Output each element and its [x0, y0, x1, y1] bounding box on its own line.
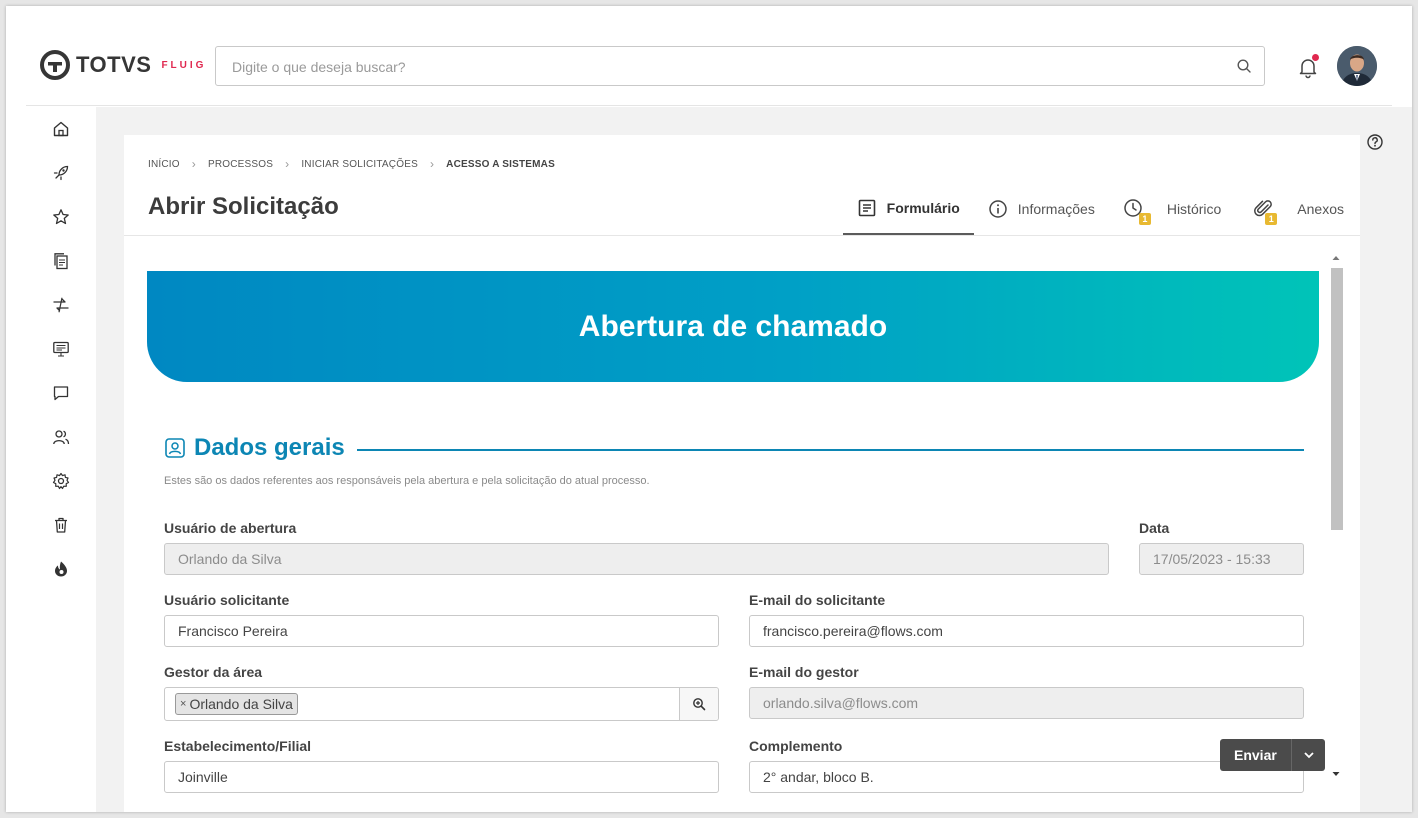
email-gestor-label: E-mail do gestor: [749, 664, 859, 680]
sidebar-item-settings[interactable]: [50, 470, 72, 492]
sidebar-item-chat[interactable]: [50, 382, 72, 404]
tab-informacoes[interactable]: Informações: [974, 183, 1109, 235]
scroll-down-icon[interactable]: [1331, 770, 1341, 778]
scroll-thumb[interactable]: [1331, 268, 1343, 530]
search-box: [215, 46, 1265, 86]
page-title: Abrir Solicitação: [148, 193, 339, 220]
gestor-area-label: Gestor da área: [164, 664, 263, 680]
estabelecimento-label: Estabelecimento/Filial: [164, 738, 312, 754]
brand-product: FLUIG: [161, 59, 207, 71]
home-icon: [53, 121, 69, 137]
search-icon[interactable]: [1236, 58, 1252, 74]
email-solicitante-field[interactable]: francisco.pereira@flows.com: [749, 615, 1304, 647]
workflow-icon: [53, 297, 69, 313]
app-window: TOTVS FLUIG Digite o que deseja buscar? …: [6, 6, 1412, 812]
section-divider: [356, 448, 1304, 451]
tab-formulario[interactable]: Formulário: [842, 183, 974, 235]
form-content: Abertura de chamado Dados gerais Estes s…: [124, 236, 1360, 812]
section-description: Estes são os dados referentes aos respon…: [164, 475, 650, 487]
scroll-up-icon[interactable]: [1331, 254, 1341, 262]
usuario-abertura-label: Usuário de abertura: [164, 520, 297, 536]
tab-label: Histórico: [1166, 201, 1222, 217]
trash-icon: [55, 517, 67, 533]
anexos-badge: 1: [1265, 213, 1278, 225]
usuario-solicitante-label: Usuário solicitante: [164, 592, 290, 608]
totvs-logo-icon: [40, 50, 70, 80]
documents-icon: [54, 253, 68, 270]
form-scrollbar[interactable]: [1328, 250, 1344, 790]
zoom-search-button[interactable]: [679, 688, 718, 720]
data-label: Data: [1139, 520, 1170, 536]
form-icon: [858, 199, 875, 217]
chevron-right-icon: ›: [191, 157, 196, 171]
sidebar-item-fluig[interactable]: [50, 558, 72, 580]
breadcrumb-processes[interactable]: PROCESSOS: [208, 159, 273, 170]
usuario-abertura-field: Orlando da Silva: [164, 543, 1109, 575]
notification-dot: [1312, 54, 1319, 61]
sidebar-item-users[interactable]: [50, 426, 72, 448]
user-card-icon: [165, 438, 185, 458]
banner-title: Abertura de chamado: [578, 309, 888, 343]
avatar-photo-icon: [1337, 46, 1377, 86]
sidebar-item-trash[interactable]: [50, 514, 72, 536]
send-button[interactable]: Enviar: [1220, 739, 1325, 771]
breadcrumb-home[interactable]: INÍCIO: [148, 159, 180, 170]
chevron-down-icon: [1303, 752, 1314, 759]
user-avatar[interactable]: [1337, 46, 1377, 86]
brand-name: TOTVS: [76, 52, 152, 77]
breadcrumb: INÍCIO › PROCESSOS › INICIAR SOLICITAÇÕE…: [148, 157, 555, 171]
complemento-label: Complemento: [749, 738, 843, 754]
sidebar-item-documents[interactable]: [50, 250, 72, 272]
email-solicitante-label: E-mail do solicitante: [749, 592, 886, 608]
info-icon: [989, 200, 1007, 218]
tab-label: Informações: [1017, 201, 1095, 217]
request-card: INÍCIO › PROCESSOS › INICIAR SOLICITAÇÕE…: [124, 135, 1360, 812]
users-icon: [53, 430, 70, 445]
chevron-right-icon: ›: [429, 157, 435, 171]
sidebar-item-favorites[interactable]: [50, 206, 72, 228]
zoom-in-icon: [693, 698, 706, 711]
breadcrumb-current: ACESSO A SISTEMAS: [446, 158, 555, 170]
top-header: TOTVS FLUIG: [26, 6, 1392, 106]
sidebar-item-home[interactable]: [50, 118, 72, 140]
breadcrumb-start-requests[interactable]: INICIAR SOLICITAÇÕES: [301, 159, 418, 170]
section-header: Dados gerais: [164, 432, 1304, 464]
gestor-area-field[interactable]: × Orlando da Silva: [164, 687, 719, 721]
send-options-button[interactable]: [1291, 739, 1325, 771]
usuario-solicitante-field[interactable]: Francisco Pereira: [164, 615, 719, 647]
data-field: 17/05/2023 - 15:33: [1139, 543, 1304, 575]
rocket-icon: [53, 165, 69, 181]
sidebar-item-rocket[interactable]: [50, 162, 72, 184]
email-gestor-field: orlando.silva@flows.com: [749, 687, 1304, 719]
historico-badge: 1: [1138, 213, 1151, 225]
brand-logo[interactable]: TOTVS FLUIG: [40, 50, 206, 80]
tab-historico[interactable]: 1 Histórico: [1109, 183, 1239, 235]
send-label: Enviar: [1234, 747, 1277, 763]
tab-bar: Formulário Informações 1 Histórico 1 Ane…: [842, 183, 1360, 235]
chat-icon: [53, 386, 69, 401]
main-area: INÍCIO › PROCESSOS › INICIAR SOLICITAÇÕE…: [96, 107, 1412, 812]
tab-anexos[interactable]: 1 Anexos: [1239, 183, 1360, 235]
fluig-flame-icon: [55, 561, 67, 577]
left-sidebar: [26, 106, 107, 812]
help-icon[interactable]: [1366, 133, 1384, 151]
chevron-right-icon: ›: [285, 157, 290, 171]
remove-tag-button[interactable]: ×: [180, 698, 186, 710]
monitor-icon: [53, 341, 69, 357]
gestor-tag: × Orlando da Silva: [175, 693, 298, 715]
tab-label: Anexos: [1297, 201, 1344, 217]
sidebar-item-workflow[interactable]: [50, 294, 72, 316]
search-input[interactable]: [232, 57, 1212, 77]
tab-label: Formulário: [886, 200, 960, 216]
star-icon: [53, 209, 69, 225]
sidebar-item-monitor[interactable]: [50, 338, 72, 360]
estabelecimento-field[interactable]: Joinville: [164, 761, 719, 793]
form-banner: Abertura de chamado: [147, 271, 1319, 382]
gestor-tag-label: Orlando da Silva: [189, 696, 293, 712]
section-title: Dados gerais: [194, 434, 345, 461]
gear-icon: [52, 472, 70, 490]
